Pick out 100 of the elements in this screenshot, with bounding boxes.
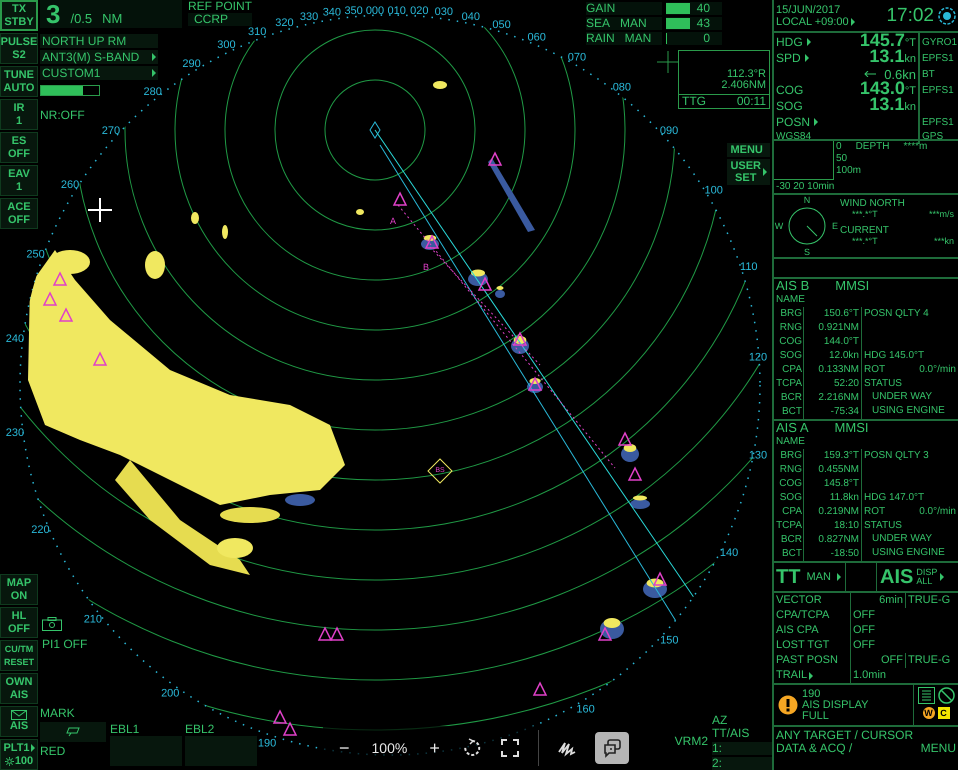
side-menu-button[interactable]: HL OFF — [0, 607, 38, 638]
bearing-label: 100 — [704, 184, 723, 197]
position-quality: POSN QLTY 3 — [863, 449, 930, 463]
gain-mode: MAN — [620, 17, 647, 30]
setting-label: VECTOR — [776, 593, 822, 608]
side-menu-button[interactable]: ACE OFF — [0, 198, 38, 229]
ais-field-value: 159.3°T — [804, 449, 862, 463]
side-menu-button[interactable]: ES OFF — [0, 132, 38, 163]
target-label: B — [423, 262, 429, 272]
comment-icon — [602, 738, 622, 758]
display-mode-button[interactable]: NORTH UP RM — [40, 34, 158, 48]
compass-label: S — [804, 246, 810, 258]
ais-field-value: -75:34 — [804, 405, 862, 419]
footer-menu[interactable]: MENU — [920, 742, 956, 755]
gain-value: 0 — [703, 32, 710, 45]
setting-value[interactable]: OFF — [851, 608, 958, 623]
radar-echo — [630, 496, 650, 509]
radar-echo — [356, 209, 364, 215]
menu-button[interactable]: MENU — [727, 143, 770, 157]
tt-mode: MAN — [806, 570, 831, 584]
mark-select-button[interactable] — [40, 722, 106, 742]
setting-value[interactable]: 1.0min — [851, 668, 958, 683]
alert-message: FULL — [802, 710, 830, 722]
zoom-level: 100% — [372, 740, 408, 756]
bearing-label: 260 — [60, 178, 80, 191]
depth-time-axis: -30 20 10min — [775, 180, 836, 193]
bearing-label: 160 — [576, 703, 595, 716]
comment-button[interactable] — [594, 732, 629, 764]
mmsi-label: MMSI — [835, 279, 870, 293]
nav-unit: °T — [904, 37, 916, 49]
setting-label: CPA/TCPA — [776, 608, 830, 623]
current-direction: ***.*°T — [852, 236, 878, 247]
ais-field-value: 0.133NM — [804, 363, 862, 377]
radar-echo — [511, 336, 529, 354]
fullscreen-icon[interactable] — [500, 738, 520, 758]
tt-ais-label: TT/AIS — [712, 727, 750, 740]
nav-unit: kn — [904, 53, 916, 65]
side-menu-button[interactable]: CU/TM RESET — [0, 640, 38, 671]
zoom-out-button[interactable]: − — [335, 738, 354, 758]
radar-echo — [621, 444, 639, 462]
side-menu-button[interactable]: EAV 1 — [0, 165, 38, 196]
setting-value[interactable]: 6min — [851, 593, 906, 608]
setting-value[interactable]: OFF — [851, 638, 958, 653]
setting-value[interactable]: OFF — [851, 653, 906, 668]
setting-value[interactable]: OFF — [851, 623, 958, 638]
bearing-label: 190 — [258, 737, 276, 750]
side-menu-button[interactable]: PULSE S2 — [0, 33, 38, 64]
menu-button[interactable]: USER SET — [727, 159, 770, 185]
display-mode-button[interactable]: ANT3(M) S-BAND — [40, 50, 158, 64]
ais-display-mode: ALL — [916, 577, 934, 586]
mark-color: RED — [40, 744, 66, 758]
setting-mode[interactable]: TRUE-G — [906, 593, 958, 608]
ais-field-value: -18:50 — [804, 547, 862, 561]
gain-label: SEA — [586, 17, 610, 30]
display-mode-button[interactable]: CUSTOM1 — [40, 66, 158, 80]
position-quality: POSN QLTY 4 — [863, 307, 930, 321]
bearing-label: 080 — [612, 81, 632, 94]
wind-speed: ***m/s — [928, 209, 954, 220]
nav-label: POSN — [776, 116, 810, 128]
noise-reduction-status: NR:OFF — [40, 108, 86, 122]
target-label: A — [390, 216, 396, 226]
bearing-label: 090 — [660, 125, 678, 137]
ais-field-label: SOG — [774, 491, 804, 505]
ais-field-label: BCT — [774, 547, 804, 561]
setting-label: PAST POSN — [776, 653, 838, 668]
setting-mode[interactable]: TRUE-G — [906, 653, 958, 668]
parallel-index-status: PI1 OFF — [42, 637, 88, 651]
brilliance-button[interactable]: PLT1 100 — [0, 739, 38, 770]
side-menu-button[interactable]: MAP ON — [0, 574, 38, 605]
nav-label: COG — [776, 84, 804, 96]
nav-status: USING ENGINE — [871, 405, 946, 418]
ship-name-label: NAME — [775, 293, 806, 307]
cursor-bearing: 112.3°R — [726, 69, 766, 80]
mmsi-label: MMSI — [834, 421, 868, 435]
wind-direction: ***.*°T — [852, 209, 878, 220]
side-menu-button[interactable]: OWN AIS — [0, 673, 38, 704]
side-menu-button[interactable]: TUNE AUTO — [0, 66, 38, 97]
globe-icon[interactable] — [938, 6, 956, 24]
gain-value: 43 — [696, 17, 710, 30]
rotate-icon[interactable] — [462, 738, 482, 758]
zoom-in-button[interactable]: + — [425, 738, 444, 758]
radar-echo — [527, 378, 543, 393]
bearing-label: 140 — [720, 547, 738, 559]
side-menu-button[interactable]: IR 1 — [0, 99, 38, 130]
ebl-label: EBL1 — [110, 722, 140, 736]
ais-field-value: 145.8°T — [804, 477, 862, 491]
list-icon[interactable] — [918, 687, 934, 704]
prohibit-icon[interactable] — [938, 687, 954, 704]
bearing-label: 320 — [275, 17, 294, 30]
camera-icon[interactable] — [42, 617, 62, 631]
envelope-icon — [11, 710, 27, 720]
bearing-label: 340 — [322, 6, 342, 18]
side-menu-button[interactable]: TX STBY — [0, 0, 38, 31]
ais-message-button[interactable]: AIS — [0, 706, 38, 737]
bearing-label: 220 — [31, 524, 50, 536]
ais-field-label: CPA — [774, 363, 804, 377]
bearing-label: 230 — [6, 427, 24, 440]
radar-echo — [191, 212, 199, 224]
ais-heading: HDG 147.0°T — [863, 491, 926, 505]
clock-time: 17:02 — [886, 9, 935, 22]
